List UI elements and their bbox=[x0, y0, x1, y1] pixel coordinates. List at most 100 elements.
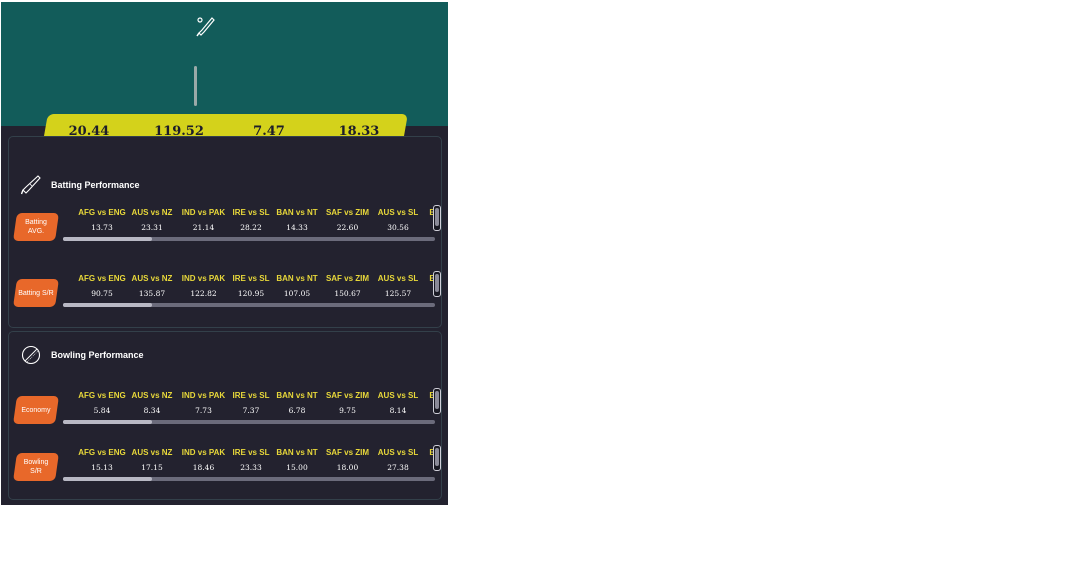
match-value: 135.87 bbox=[138, 289, 166, 298]
match-value: 15.13 bbox=[91, 463, 113, 472]
vertical-scrollbar[interactable] bbox=[433, 445, 441, 471]
match-value: 120.95 bbox=[237, 289, 265, 298]
match-column: IND vs PAK 21.14 bbox=[177, 207, 230, 233]
match-value: 18.00 bbox=[336, 463, 359, 472]
match-column: AUS vs SL 30.56 bbox=[373, 207, 423, 233]
match-columns-scroller[interactable]: AFG vs ENG 90.75 AUS vs NZ 135.87 IND vs PAK… bbox=[77, 273, 441, 303]
match-columns-scroller[interactable]: AFG vs ENG 13.73 AUS vs NZ 23.31 IND vs PAK 2… bbox=[77, 207, 441, 237]
match-columns-scroller[interactable]: AFG vs ENG 5.84 AUS vs NZ 8.34 IND vs PAK 7.7… bbox=[77, 390, 441, 420]
scrollbar-thumb[interactable] bbox=[63, 477, 153, 481]
metric-badge: Economy bbox=[13, 396, 59, 424]
metric-row-bowling-sr: Bowling S/R AFG vs ENG 15.13 AUS vs NZ 17.15… bbox=[13, 445, 441, 489]
match-name: IRE vs SL bbox=[232, 208, 270, 217]
metric-badge: Batting AVG. bbox=[13, 213, 59, 241]
match-column: BAN vs NT 107.05 bbox=[272, 273, 322, 299]
match-value: 9.75 bbox=[339, 406, 356, 415]
scrollbar-thumb[interactable] bbox=[435, 208, 439, 226]
match-value: 150.67 bbox=[334, 289, 361, 298]
scrollbar-thumb[interactable] bbox=[435, 391, 439, 409]
match-name: IND vs PAK bbox=[181, 391, 226, 400]
match-name: IRE vs SL bbox=[232, 274, 270, 283]
match-column: IRE vs SL 28.22 bbox=[230, 207, 272, 233]
match-value: 8.14 bbox=[389, 406, 407, 415]
match-name: BAN vs NT bbox=[276, 208, 318, 217]
match-name: AFG vs ENG bbox=[78, 274, 126, 283]
match-column: SAF vs ZIM 18.00 bbox=[322, 447, 373, 473]
metric-badge-label: Bowling S/R bbox=[23, 459, 49, 475]
metric-badge-label: Batting S/R bbox=[18, 289, 54, 297]
horizontal-scrollbar[interactable] bbox=[63, 477, 435, 481]
match-value: 107.05 bbox=[283, 289, 311, 298]
match-column: AUS vs SL 8.14 bbox=[373, 390, 423, 416]
panel-title: Bowling Performance bbox=[51, 350, 144, 360]
horizontal-scrollbar[interactable] bbox=[63, 303, 435, 307]
match-value: 14.33 bbox=[286, 223, 308, 232]
match-column: SAF vs ZIM 150.67 bbox=[322, 273, 373, 299]
match-name: AUS vs NZ bbox=[131, 448, 173, 457]
match-name: AFG vs ENG bbox=[78, 448, 126, 457]
player-image-placeholder bbox=[194, 66, 197, 106]
hero-header bbox=[1, 2, 448, 126]
match-name: SAF vs ZIM bbox=[325, 208, 370, 217]
match-value: 7.37 bbox=[242, 406, 260, 415]
match-name: AUS vs SL bbox=[377, 208, 419, 217]
match-column: SAF vs ZIM 22.60 bbox=[322, 207, 373, 233]
match-value: 8.34 bbox=[143, 406, 161, 415]
match-column: AUS vs SL 125.57 bbox=[373, 273, 423, 299]
match-name: AUS vs NZ bbox=[131, 208, 173, 217]
match-value: 21.14 bbox=[192, 223, 215, 232]
scrollbar-thumb[interactable] bbox=[435, 448, 439, 466]
match-columns-scroller[interactable]: AFG vs ENG 15.13 AUS vs NZ 17.15 IND vs PAK 1… bbox=[77, 447, 441, 477]
match-column: IND vs PAK 18.46 bbox=[177, 447, 230, 473]
match-name: SAF vs ZIM bbox=[325, 391, 370, 400]
match-column: IND vs PAK 7.73 bbox=[177, 390, 230, 416]
match-value: 125.57 bbox=[384, 289, 412, 298]
match-value: 6.78 bbox=[288, 406, 306, 415]
scrollbar-thumb[interactable] bbox=[63, 237, 153, 241]
vertical-scrollbar[interactable] bbox=[433, 388, 441, 414]
match-column: BAN vs NT 15.00 bbox=[272, 447, 322, 473]
scrollbar-thumb[interactable] bbox=[63, 420, 153, 424]
match-column: SAF vs ZIM 9.75 bbox=[322, 390, 373, 416]
match-column: IRE vs SL 120.95 bbox=[230, 273, 272, 299]
scrollbar-thumb[interactable] bbox=[63, 303, 153, 307]
batting-performance-panel: Batting Performance Batting AVG. AFG vs E… bbox=[8, 136, 442, 328]
match-value: 27.38 bbox=[387, 463, 409, 472]
vertical-scrollbar[interactable] bbox=[433, 205, 441, 231]
match-value: 122.82 bbox=[190, 289, 217, 298]
bowling-performance-panel: Bowling Performance Economy AFG vs ENG 5.8… bbox=[8, 331, 442, 500]
cricket-bat-icon bbox=[21, 175, 41, 195]
match-name: SAF vs ZIM bbox=[325, 274, 370, 283]
match-column: IND vs PAK 122.82 bbox=[177, 273, 230, 299]
match-name: IND vs PAK bbox=[181, 448, 226, 457]
match-column: AUS vs NZ 135.87 bbox=[127, 273, 177, 299]
metric-row-batting-avg: Batting AVG. AFG vs ENG 13.73 AUS vs NZ 23.3… bbox=[13, 205, 441, 249]
match-column: AFG vs ENG 13.73 bbox=[77, 207, 127, 233]
scrollbar-thumb[interactable] bbox=[435, 274, 439, 292]
match-value: 7.73 bbox=[195, 406, 212, 415]
metric-badge: Batting S/R bbox=[13, 279, 59, 307]
metric-badge-label: Batting AVG. bbox=[25, 219, 47, 235]
vertical-scrollbar[interactable] bbox=[433, 271, 441, 297]
match-name: IND vs PAK bbox=[181, 274, 226, 283]
match-value: 15.00 bbox=[286, 463, 308, 472]
horizontal-scrollbar[interactable] bbox=[63, 420, 435, 424]
match-name: IRE vs SL bbox=[232, 448, 270, 457]
match-name: IRE vs SL bbox=[232, 391, 270, 400]
match-column: IRE vs SL 23.33 bbox=[230, 447, 272, 473]
match-column: BAN vs NT 14.33 bbox=[272, 207, 322, 233]
match-column: IRE vs SL 7.37 bbox=[230, 390, 272, 416]
match-value: 5.84 bbox=[93, 406, 111, 415]
match-column: AFG vs ENG 15.13 bbox=[77, 447, 127, 473]
match-column: AFG vs ENG 5.84 bbox=[77, 390, 127, 416]
match-name: AFG vs ENG bbox=[78, 391, 126, 400]
match-column: AUS vs NZ 23.31 bbox=[127, 207, 177, 233]
metric-badge: Bowling S/R bbox=[13, 453, 59, 481]
match-name: AFG vs ENG bbox=[78, 208, 126, 217]
match-name: AUS vs SL bbox=[377, 274, 419, 283]
horizontal-scrollbar[interactable] bbox=[63, 237, 435, 241]
panel-title: Batting Performance bbox=[51, 180, 140, 190]
player-stats-card: 20.44Batting Avg119.52Strike rate7.47Eco… bbox=[1, 2, 448, 505]
match-name: AUS vs NZ bbox=[131, 391, 173, 400]
match-value: 90.75 bbox=[91, 289, 113, 298]
